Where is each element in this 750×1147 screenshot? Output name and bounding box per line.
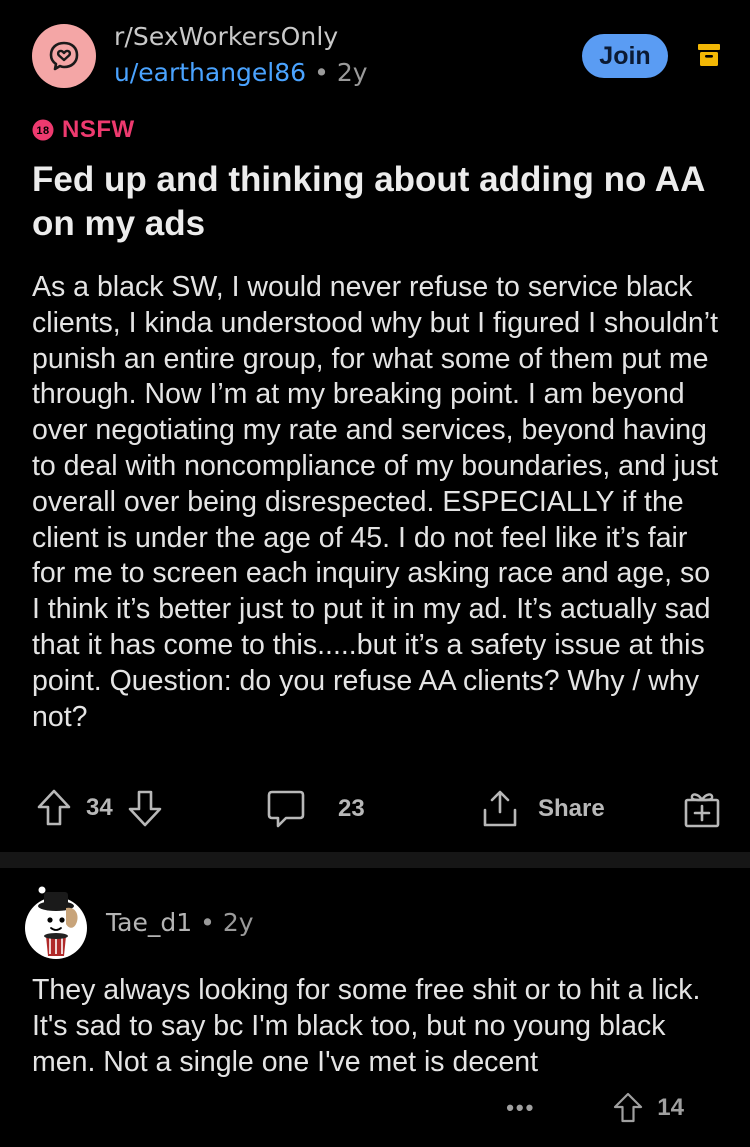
comment-actions: ••• 14 bbox=[506, 1090, 684, 1126]
arrow-up-icon[interactable] bbox=[613, 1092, 643, 1124]
arrow-up-icon[interactable] bbox=[36, 788, 72, 828]
comment-count: 23 bbox=[338, 795, 365, 822]
chat-heart-icon bbox=[49, 41, 79, 71]
separator-dot: • bbox=[314, 58, 329, 87]
share-button[interactable]: Share bbox=[480, 788, 619, 830]
more-dots-icon[interactable]: ••• bbox=[506, 1095, 535, 1121]
join-button[interactable]: Join bbox=[582, 34, 668, 78]
comments-button[interactable]: 23 bbox=[266, 788, 379, 830]
comment-username[interactable]: Tae_d1 bbox=[106, 908, 192, 937]
comment-meta: Tae_d1 • 2y bbox=[106, 908, 254, 937]
comment-bubble-icon bbox=[267, 790, 305, 828]
share-icon bbox=[483, 790, 517, 827]
comment-vote-count: 14 bbox=[657, 1094, 684, 1121]
arrow-down-icon[interactable] bbox=[127, 788, 163, 828]
subreddit-avatar[interactable] bbox=[32, 24, 96, 88]
post-age: 2y bbox=[336, 58, 368, 87]
post-title: Fed up and thinking about adding no AA o… bbox=[32, 160, 705, 243]
vote-group: 34 bbox=[36, 788, 163, 828]
nsfw-18-icon: 18 bbox=[32, 119, 54, 141]
post-meta: u/earthangel86 • 2y bbox=[114, 58, 368, 87]
post-header: r/SexWorkersOnly u/earthangel86 • 2y Join bbox=[32, 20, 722, 92]
gift-icon bbox=[684, 793, 720, 828]
nsfw-label: NSFW bbox=[62, 116, 135, 143]
author-link[interactable]: u/earthangel86 bbox=[114, 58, 306, 87]
post-page: r/SexWorkersOnly u/earthangel86 • 2y Join … bbox=[0, 0, 750, 1147]
archive-icon bbox=[698, 44, 720, 66]
post-body: As a black SW, I would never refuse to s… bbox=[32, 271, 718, 733]
separator-dot: • bbox=[200, 908, 215, 937]
post-action-bar: 34 23 Share bbox=[32, 788, 722, 838]
nsfw-badge-text: 18 bbox=[36, 125, 49, 137]
comment-age: 2y bbox=[222, 908, 254, 937]
award-button[interactable] bbox=[682, 788, 722, 830]
comment-body: They always looking for some free shit o… bbox=[32, 974, 701, 1078]
subreddit-name[interactable]: r/SexWorkersOnly bbox=[114, 22, 338, 51]
nsfw-tag: 18 NSFW bbox=[32, 116, 135, 144]
vote-count: 34 bbox=[86, 794, 113, 821]
comment-avatar[interactable] bbox=[24, 886, 88, 960]
share-label: Share bbox=[538, 795, 605, 822]
section-divider bbox=[0, 852, 750, 868]
